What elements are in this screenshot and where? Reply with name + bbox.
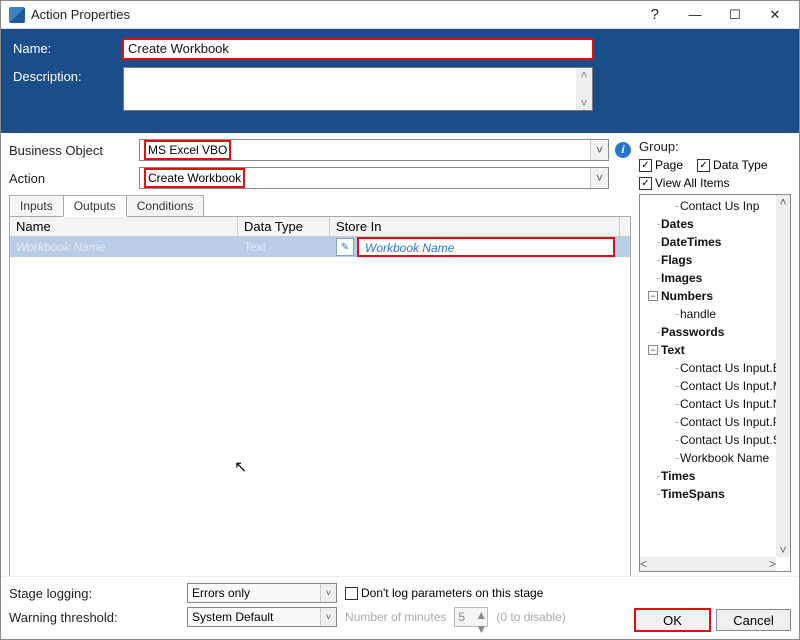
edit-store-in-button[interactable]: ✎: [336, 238, 354, 256]
grid-body[interactable]: Workbook Name Text ✎ Workbook Name ↖: [10, 237, 630, 583]
to-disable-label: (0 to disable): [496, 610, 565, 624]
num-minutes-spinner: 5 ▲▼: [454, 607, 488, 627]
checkbox-page[interactable]: ✓Page: [639, 158, 683, 172]
action-label: Action: [9, 171, 139, 186]
col-data-type[interactable]: Data Type: [238, 217, 330, 236]
title-bar: Action Properties ?: [1, 1, 799, 29]
name-input[interactable]: Create Workbook: [123, 39, 593, 59]
footer-bar: Stage logging: Errors only˅ Don't log pa…: [1, 576, 799, 639]
pencil-icon: ✎: [341, 242, 349, 253]
mouse-cursor-icon: ↖: [234, 457, 247, 477]
group-label: Group:: [639, 139, 791, 154]
app-icon: [9, 7, 25, 23]
cell-store-in[interactable]: ✎ Workbook Name: [330, 238, 620, 256]
tree-text[interactable]: Text: [661, 343, 685, 357]
tree-passwords[interactable]: Passwords: [661, 325, 724, 339]
grid-header: Name Data Type Store In: [10, 217, 630, 237]
tree-item[interactable]: Contact Us Input.S: [680, 433, 776, 447]
maximize-button[interactable]: [715, 4, 755, 26]
tree-item[interactable]: Contact Us Input.N: [680, 397, 776, 411]
grid-row[interactable]: Workbook Name Text ✎ Workbook Name: [10, 237, 630, 257]
tree-item[interactable]: Contact Us Input.P: [680, 415, 776, 429]
tree-item[interactable]: Contact Us Input.E: [680, 361, 776, 375]
info-icon[interactable]: i: [615, 142, 631, 158]
tree-v-scrollbar[interactable]: ˄˅: [776, 195, 790, 557]
tree-handle[interactable]: handle: [680, 307, 716, 321]
tree-timespans[interactable]: TimeSpans: [661, 487, 725, 501]
data-items-tree[interactable]: ····Contact Us Inp ···Dates ···DateTimes…: [639, 194, 791, 572]
outputs-panel: Name Data Type Store In Workbook Name Te…: [9, 216, 631, 584]
chevron-down-icon: ˅: [590, 140, 608, 160]
tab-inputs[interactable]: Inputs: [9, 195, 64, 217]
tree-root[interactable]: Contact Us Inp: [680, 199, 759, 213]
collapse-icon[interactable]: −: [648, 291, 658, 301]
warning-threshold-combo[interactable]: System Default˅: [187, 607, 337, 627]
checkbox-dont-log[interactable]: Don't log parameters on this stage: [345, 586, 543, 600]
checkbox-data-type[interactable]: ✓Data Type: [697, 158, 767, 172]
tree-flags[interactable]: Flags: [661, 253, 692, 267]
cell-name: Workbook Name: [10, 240, 238, 254]
tree-h-scrollbar[interactable]: ˂˃: [640, 557, 776, 571]
chevron-down-icon: ˅: [320, 584, 336, 602]
business-object-combo[interactable]: MS Excel VBO ˅: [139, 139, 609, 161]
tree-item[interactable]: Workbook Name: [680, 451, 769, 465]
description-label: Description:: [13, 67, 123, 84]
num-minutes-label: Number of minutes: [345, 610, 446, 624]
tree-times[interactable]: Times: [661, 469, 695, 483]
stage-logging-combo[interactable]: Errors only˅: [187, 583, 337, 603]
store-in-value[interactable]: Workbook Name: [358, 238, 614, 256]
tab-strip: Inputs Outputs Conditions: [9, 195, 631, 217]
tree-datetimes[interactable]: DateTimes: [661, 235, 721, 249]
business-object-label: Business Object: [9, 143, 139, 158]
collapse-icon[interactable]: −: [648, 345, 658, 355]
stage-logging-label: Stage logging:: [9, 586, 179, 601]
header-band: Name: Create Workbook Description: ˄˅: [1, 29, 799, 133]
col-name[interactable]: Name: [10, 217, 238, 236]
checkbox-view-all[interactable]: ✓View All Items: [639, 176, 791, 190]
window-title: Action Properties: [31, 7, 635, 22]
tab-outputs[interactable]: Outputs: [63, 195, 127, 217]
warning-threshold-label: Warning threshold:: [9, 610, 179, 625]
action-combo[interactable]: Create Workbook ˅: [139, 167, 609, 189]
cell-data-type: Text: [238, 240, 330, 254]
description-scrollbar[interactable]: ˄˅: [576, 68, 592, 110]
tree-item[interactable]: Contact Us Input.M: [680, 379, 776, 393]
tree-images[interactable]: Images: [661, 271, 702, 285]
name-label: Name:: [13, 39, 123, 56]
tab-conditions[interactable]: Conditions: [126, 195, 205, 217]
close-button[interactable]: [755, 4, 795, 26]
description-input[interactable]: ˄˅: [123, 67, 593, 111]
col-store-in[interactable]: Store In: [330, 217, 620, 236]
chevron-down-icon: ˅: [320, 608, 336, 626]
tree-numbers[interactable]: Numbers: [661, 289, 713, 303]
tree-dates[interactable]: Dates: [661, 217, 694, 231]
cancel-button[interactable]: Cancel: [716, 609, 791, 631]
ok-button[interactable]: OK: [635, 609, 710, 631]
minimize-button[interactable]: [675, 4, 715, 26]
chevron-down-icon: ˅: [590, 168, 608, 188]
help-icon[interactable]: ?: [635, 6, 675, 23]
